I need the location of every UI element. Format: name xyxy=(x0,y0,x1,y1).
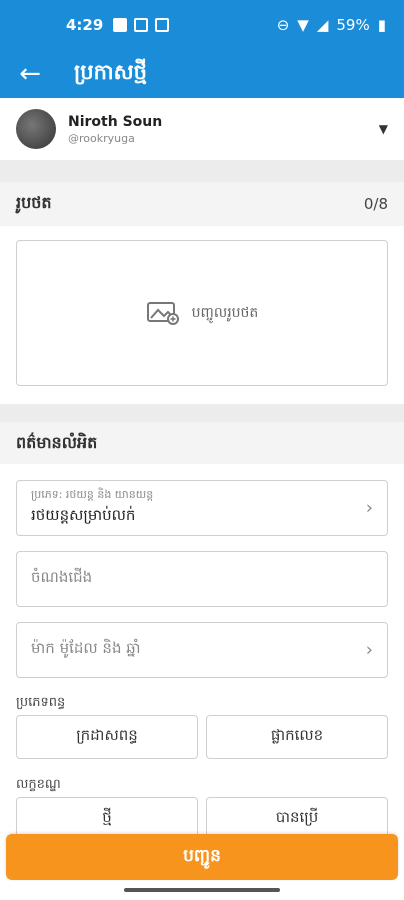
photo-count: 0/8 xyxy=(363,195,388,213)
notification-icon xyxy=(113,18,128,32)
category-value: រថយន្តសម្រាប់លក់ xyxy=(31,506,136,524)
title-placeholder: ចំណងជើង xyxy=(31,568,93,586)
tax-type-option-plate[interactable]: ផ្លាកលេខ xyxy=(206,715,388,759)
image-icon xyxy=(134,18,149,32)
avatar xyxy=(16,109,56,149)
wifi-icon: ▼ xyxy=(297,16,309,34)
battery-icon: ▮ xyxy=(377,16,386,34)
title-input[interactable]: ចំណងជើង xyxy=(16,551,388,607)
account-selector[interactable]: Niroth Soun @rookryuga ▼ xyxy=(0,98,404,160)
gesture-nav-handle xyxy=(124,888,280,892)
status-bar: 4:29 ⊖ ▼ ◢ 59% ▮ xyxy=(0,0,404,50)
details-section-title: ពត៌មានលំអិត xyxy=(16,433,98,452)
app-bar: ← ប្រកាសថ្មី xyxy=(0,50,404,98)
details-section-header: ពត៌មានលំអិត xyxy=(0,422,404,466)
tax-type-label: ប្រភេទពន្ធ xyxy=(16,695,66,710)
calendar-icon xyxy=(155,18,170,32)
add-photo-icon xyxy=(146,302,179,325)
photos-section-header: រូបថត 0/8 xyxy=(0,182,404,226)
category-label: ប្រភេទ: រថយន្ត និង យានយន្ត xyxy=(31,488,154,501)
user-name: Niroth Soun xyxy=(68,113,163,130)
add-photo-button[interactable]: បញ្ចូលរូបថត xyxy=(16,240,388,386)
photos-section-title: រូបថត xyxy=(16,193,52,212)
tax-type-option-paper[interactable]: ក្រដាសពន្ធ xyxy=(16,715,198,759)
status-time: 4:29 xyxy=(66,16,104,34)
condition-label: លក្ខខណ្ឌ xyxy=(16,777,61,792)
battery-percentage: 59% xyxy=(336,16,370,34)
chevron-right-icon: › xyxy=(365,639,373,661)
dnd-icon: ⊖ xyxy=(276,16,290,34)
page-title: ប្រកាសថ្មី xyxy=(74,59,147,84)
category-field[interactable]: ប្រភេទ: រថយន្ត និង យានយន្ត រថយន្តសម្រាប់… xyxy=(16,480,388,536)
brand-model-year-field[interactable]: ម៉ាក ម៉ូដែល និង ឆ្នាំ › xyxy=(16,622,388,678)
signal-icon: ◢ xyxy=(316,16,329,34)
submit-button[interactable]: បញ្ជូន xyxy=(6,834,398,880)
brand-placeholder: ម៉ាក ម៉ូដែល និង ឆ្នាំ xyxy=(31,639,141,657)
user-handle: @rookryuga xyxy=(68,131,135,145)
chevron-right-icon: › xyxy=(365,497,373,519)
back-arrow-icon[interactable]: ← xyxy=(0,50,60,98)
dropdown-caret-icon[interactable]: ▼ xyxy=(379,122,388,136)
add-photo-label: បញ្ចូលរូបថត xyxy=(191,304,259,321)
